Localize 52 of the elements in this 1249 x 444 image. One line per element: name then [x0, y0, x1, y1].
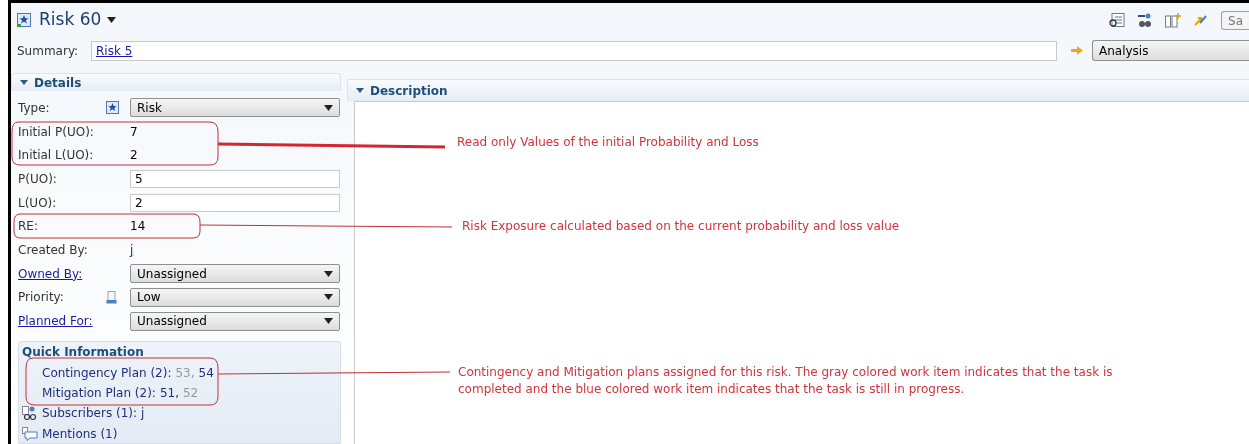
field-label: Created By: [18, 242, 89, 260]
details-header[interactable]: Details [11, 73, 341, 92]
summary-field[interactable]: Risk 5 [91, 40, 1057, 61]
field-label: L(UO): [18, 194, 58, 212]
field-label: Priority: [18, 289, 65, 307]
search-document-icon[interactable] [1109, 12, 1125, 28]
field-value: 2 [130, 147, 138, 165]
work-item-link[interactable]: 54 [198, 363, 214, 382]
editor-title: Risk 60 [39, 8, 102, 32]
field-label: P(UO): [18, 171, 58, 189]
field-value: 7 [130, 123, 138, 141]
priority-icon [106, 290, 117, 304]
caret-icon [324, 104, 333, 111]
user-link[interactable]: j [141, 404, 145, 422]
dropdown[interactable]: Risk [130, 98, 340, 118]
dropdown[interactable]: Low [130, 287, 340, 307]
plan-label[interactable]: Contingency Plan (2): [42, 363, 172, 382]
speech-bubble-icon [22, 427, 38, 441]
document-add-icon[interactable] [1165, 12, 1181, 28]
quick-information-title: Quick Information [22, 344, 145, 361]
field-label[interactable]: Planned For: [18, 312, 106, 331]
collapse-icon [20, 80, 28, 86]
info-link[interactable]: Mentions (1) [42, 425, 118, 443]
field-label[interactable]: Owned By: [18, 264, 106, 283]
field-label: Initial P(UO): [18, 123, 95, 141]
arrow-right-icon [1071, 46, 1083, 56]
input-field[interactable]: 2 [130, 193, 340, 212]
risk-icon [17, 13, 31, 28]
user-link[interactable]: j [130, 241, 134, 260]
caret-icon [324, 294, 333, 301]
annotation-text: Read only Values of the initial Probability and Loss [457, 134, 759, 151]
dropdown[interactable]: Unassigned [130, 311, 340, 331]
collapse-icon [356, 88, 364, 94]
state-dropdown[interactable]: Analysis [1092, 40, 1249, 62]
info-link[interactable]: Subscribers (1): [42, 404, 137, 422]
input-field[interactable]: 5 [130, 170, 340, 189]
field-label: Type: [18, 99, 51, 117]
work-item-link[interactable]: 51, [159, 383, 179, 402]
caret-icon [324, 318, 333, 325]
star-icon [106, 101, 119, 115]
caret-icon [324, 270, 333, 277]
annotation-text: Contingency and Mitigation plans assigned for this risk. The gray colored work item indicates that the task is completed and the blue colored work item indicates that the task is still in progress. [458, 364, 1114, 398]
summary-label: Summary: [17, 42, 80, 60]
field-label: Initial L(UO): [18, 147, 95, 165]
annotation-text: Risk Exposure calculated based on the current probability and loss value [462, 218, 900, 235]
dropdown[interactable]: Unassigned [130, 264, 340, 284]
save-button[interactable]: Sa [1221, 10, 1249, 30]
field-value: 14 [130, 218, 146, 236]
caret-icon [107, 17, 117, 24]
plan-label[interactable]: Mitigation Plan (2): [42, 383, 156, 402]
field-label: RE: [18, 218, 39, 236]
description-header[interactable]: Description [347, 79, 1249, 102]
